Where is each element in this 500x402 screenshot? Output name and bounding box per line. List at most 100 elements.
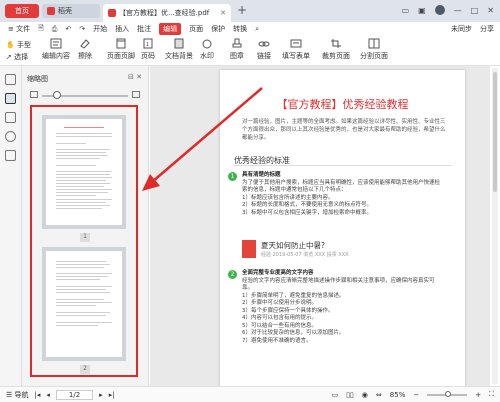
step-2-point-4: 4）内容可以包含有用的提示。 — [242, 315, 318, 321]
next-page-icon[interactable]: ▸ — [99, 391, 103, 399]
crop-page-label: 裁剪页面 — [322, 52, 350, 60]
step-2-body: 经验的文字内容应清晰完整地描述操作步骤和相关注意事项，应确保内容真实可靠。 — [242, 277, 435, 292]
watermark-button[interactable]: 水印 — [200, 38, 214, 61]
split-icon — [368, 38, 380, 49]
document-view: 【官方教程】优秀经验教程 对一篇经验，图片，主题等的全面考虑。如果这篇经验以详尽… — [150, 66, 490, 386]
card-thumbnail-icon — [242, 240, 256, 258]
new-tab-icon[interactable]: + — [237, 3, 247, 17]
close-tab-icon[interactable]: ✕ — [220, 9, 226, 17]
header-footer-button[interactable]: 页面页脚 — [107, 38, 135, 61]
menu-page[interactable]: 页面 — [189, 24, 203, 34]
link-button[interactable]: 链接 — [257, 38, 271, 61]
crop-icon — [331, 39, 341, 48]
attachment-icon[interactable] — [5, 131, 16, 142]
cursor-mode-group: ✋ 手型 ➚ 选择 — [6, 39, 31, 63]
bookmark-icon[interactable] — [5, 74, 16, 85]
zoom-in-icon[interactable]: + — [475, 391, 481, 399]
doc-background-button[interactable]: 文档背景 — [165, 38, 193, 61]
menu-insert[interactable]: 插入 — [115, 24, 129, 34]
first-page-icon[interactable]: |◂ — [35, 391, 41, 399]
step-2-point-7: 7）避免使用不准确的语言。 — [242, 337, 312, 344]
menu-redo-icon[interactable]: ↷ — [79, 25, 85, 33]
menu-undo-icon[interactable]: ↶ — [65, 25, 71, 33]
nav-toggle[interactable]: ☰ 导航 — [6, 390, 29, 400]
sync-status[interactable]: 未同步 — [451, 24, 472, 34]
link-label: 链接 — [257, 52, 271, 60]
zoom-slider[interactable] — [427, 390, 468, 397]
minimize-icon[interactable]: — — [454, 6, 462, 15]
doc-background-label: 文档背景 — [165, 52, 193, 60]
thumbnail-icon[interactable] — [5, 93, 16, 104]
split-page-button[interactable]: 分割页面 — [360, 38, 388, 61]
avatar[interactable] — [434, 5, 445, 15]
step-1-point-1: 1）标题应该包含所讲述的主要内容。 — [242, 194, 334, 201]
last-page-icon[interactable]: ▸| — [109, 391, 115, 399]
vertical-scrollbar[interactable] — [492, 68, 498, 384]
layout-icon[interactable]: ▣ — [418, 6, 426, 15]
step-2-badge: 2 — [228, 270, 237, 279]
panel-controls[interactable]: ⊟ ✕ — [128, 73, 142, 81]
tab-pdf-document[interactable]: 【官方教程】优...查经验.pdf ✕ — [103, 4, 231, 22]
erase-button[interactable]: 擦除 — [78, 38, 92, 61]
menu-edit[interactable]: 编辑 — [159, 23, 182, 35]
example-card[interactable]: 夏天如何防止中暑? 经验 2019-05-07 浏览 XXX 投票 XXX — [242, 240, 442, 260]
large-thumb-icon[interactable] — [132, 91, 140, 98]
menu-annotate[interactable]: 批注 — [137, 24, 151, 34]
step-1-point-3: 3）标题中可以包含相应关键字，增加检索命中概率。 — [242, 209, 373, 216]
menu-protect[interactable]: 保护 — [211, 24, 225, 34]
page-thumbnail-1[interactable] — [46, 119, 122, 225]
edit-content-button[interactable]: 编辑内容 — [42, 38, 70, 61]
card-meta: 经验 2019-05-07 浏览 XXX 投票 XXX — [261, 252, 349, 258]
edit-content-label: 编辑内容 — [42, 52, 70, 60]
fit-width-icon[interactable]: ⇔ — [376, 391, 382, 399]
crop-page-button[interactable]: 裁剪页面 — [322, 38, 350, 61]
prev-page-icon[interactable]: ◂ — [46, 391, 50, 399]
menu-save-icon[interactable]: 🗎 — [38, 24, 44, 35]
menu-print-icon[interactable]: ⎙ — [52, 25, 58, 34]
page-number-icon: 1 — [143, 38, 153, 49]
page-number-1: 1 — [80, 233, 90, 242]
close-window-icon[interactable]: ✕ — [487, 6, 494, 15]
scrollbar-thumb[interactable] — [493, 72, 497, 192]
split-page-label: 分割页面 — [360, 52, 388, 60]
view-mode-icon[interactable]: ▭ — [331, 391, 338, 399]
form-icon — [290, 39, 302, 48]
eye-icon[interactable]: ◉ — [362, 391, 368, 399]
stamp-button[interactable]: 图章 — [230, 38, 244, 61]
zoom-out-icon[interactable]: − — [413, 391, 419, 399]
comment-icon[interactable] — [5, 112, 16, 123]
watermark-icon — [202, 39, 212, 49]
document-title: 【官方教程】优秀经验教程 — [276, 98, 409, 111]
zoom-value[interactable]: 85% — [390, 391, 406, 399]
tab-daoke[interactable]: 稻壳 — [42, 4, 100, 18]
nav-label: 导航 — [14, 390, 29, 399]
select-tool[interactable]: ➚ 选择 — [6, 51, 31, 63]
background-icon — [174, 38, 184, 49]
dual-page-icon[interactable]: ▯▯ — [346, 391, 354, 399]
step-2-point-6: 6）对于比较复杂的信息，可以添加图片。 — [242, 330, 345, 336]
menu-file[interactable]: ≡ 文件 — [8, 24, 30, 34]
tab-home[interactable]: 首页 — [5, 4, 39, 18]
search-icon[interactable]: ⌕ — [255, 25, 259, 34]
monitor-icon[interactable]: ▭ — [402, 6, 410, 15]
maximize-icon[interactable]: □ — [471, 6, 479, 15]
select-tool-label: 选择 — [14, 53, 29, 61]
slider-handle[interactable] — [53, 91, 61, 99]
page-thumbnail-2[interactable] — [46, 251, 122, 357]
share-button[interactable]: 分享 — [480, 24, 494, 34]
thumbnail-highlight-box: 1 2 — [30, 105, 138, 377]
small-thumb-icon[interactable] — [30, 91, 38, 98]
hand-tool[interactable]: ✋ 手型 — [6, 39, 31, 51]
menu-start[interactable]: 开始 — [93, 24, 107, 34]
step-1-badge: 1 — [228, 172, 237, 181]
zoom-handle[interactable] — [445, 390, 452, 397]
menu-convert[interactable]: 转换 — [233, 24, 247, 34]
step-2-point-5: 5）可以结合一些有用的信息。 — [242, 322, 318, 329]
step-1-body: 为了便于其他用户搜索，标题应当具有明确性，应该使用能够帮助其他用户快速检索的信息… — [242, 179, 441, 194]
stamp-panel-icon[interactable] — [5, 150, 16, 161]
fill-form-button[interactable]: 填写表单 — [282, 38, 310, 61]
page-indicator[interactable]: 1/2 — [55, 389, 94, 400]
fullscreen-icon[interactable]: ⛶ — [489, 390, 494, 399]
step-1-point-2: 2）标题的长度和格式，不要使用无意义的标点符号。 — [242, 202, 373, 208]
page-number-button[interactable]: 1 页码 — [141, 38, 155, 61]
